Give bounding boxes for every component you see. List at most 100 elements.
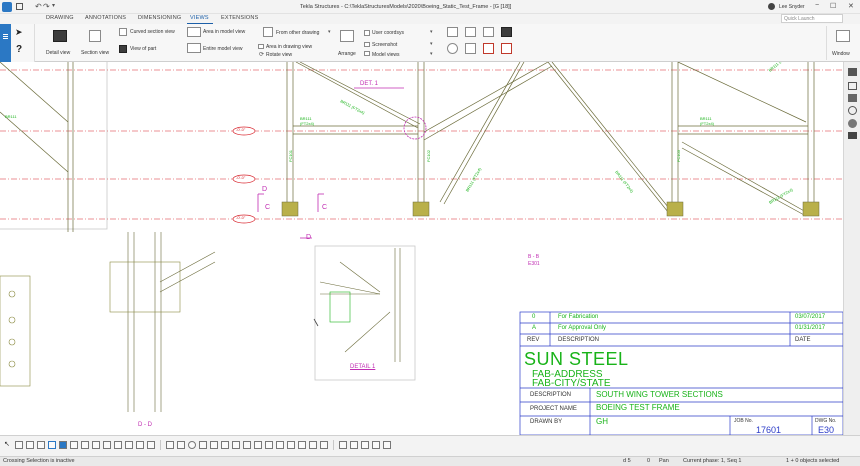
settings-icon[interactable] bbox=[848, 119, 857, 128]
snap-extension-icon[interactable] bbox=[265, 441, 273, 449]
user-avatar-icon[interactable] bbox=[768, 3, 775, 10]
tab-annotations[interactable]: ANNOTATIONS bbox=[85, 15, 126, 21]
snap-geometry-icon[interactable] bbox=[320, 441, 328, 449]
user-coordsys-icon[interactable] bbox=[364, 30, 370, 36]
model-views-dropdown-icon[interactable]: ▾ bbox=[430, 51, 433, 57]
section-view-icon[interactable] bbox=[89, 30, 101, 42]
snap-override-icon[interactable] bbox=[287, 441, 295, 449]
filter-icon[interactable] bbox=[339, 441, 347, 449]
measure-tool-icon[interactable] bbox=[465, 43, 476, 54]
save-icon[interactable] bbox=[16, 3, 23, 10]
window-button[interactable]: Window bbox=[832, 51, 850, 57]
arrange-button[interactable]: Arrange bbox=[338, 51, 356, 57]
from-other-drawing-button[interactable]: From other drawing bbox=[276, 30, 319, 36]
area-in-drawing-view-button[interactable]: Area in drawing view bbox=[266, 44, 312, 50]
maximize-button[interactable]: ☐ bbox=[830, 2, 836, 10]
tab-dimensioning[interactable]: DIMENSIONING bbox=[138, 15, 181, 21]
select-pointer-icon[interactable]: ➤ bbox=[15, 27, 23, 38]
text-tool-icon[interactable] bbox=[26, 441, 34, 449]
rotate-view-button[interactable]: Rotate view bbox=[266, 52, 292, 58]
hamburger-icon[interactable] bbox=[3, 34, 8, 35]
wave-tool-icon[interactable] bbox=[483, 27, 494, 37]
area-in-model-view-button[interactable]: Area in model view bbox=[203, 29, 245, 35]
grid-tool-icon[interactable] bbox=[465, 27, 476, 37]
symbol-tool-icon[interactable] bbox=[81, 441, 89, 449]
detail-view-icon[interactable] bbox=[53, 30, 67, 42]
globe-icon[interactable] bbox=[848, 106, 857, 115]
user-name[interactable]: Lee Snyder bbox=[779, 4, 805, 10]
tag-icon[interactable] bbox=[848, 132, 857, 139]
leader-tool-icon[interactable] bbox=[125, 441, 133, 449]
catalog-icon[interactable] bbox=[848, 94, 857, 102]
view-of-part-button[interactable]: View of part bbox=[130, 46, 156, 52]
view-of-part-icon[interactable] bbox=[119, 45, 127, 53]
fill-tool-icon[interactable] bbox=[59, 441, 67, 449]
close-button[interactable]: ✕ bbox=[848, 2, 854, 10]
arrange-icon[interactable] bbox=[340, 30, 354, 42]
user-coordsys-button[interactable]: User coordsys bbox=[372, 30, 404, 36]
snap-intersection-icon[interactable] bbox=[232, 441, 240, 449]
rectangle-tool-icon[interactable] bbox=[48, 441, 56, 449]
section-view-button[interactable]: Section view bbox=[81, 50, 109, 56]
weld-tool-icon[interactable] bbox=[136, 441, 144, 449]
select-views-icon[interactable] bbox=[383, 441, 391, 449]
quick-access-dropdown-icon[interactable]: ▾ bbox=[52, 2, 55, 9]
curved-section-view-icon[interactable] bbox=[119, 28, 127, 36]
window-icon[interactable] bbox=[836, 30, 850, 42]
screenshot-button[interactable]: Screenshot bbox=[372, 42, 397, 48]
screenshot-dropdown-icon[interactable]: ▾ bbox=[430, 41, 433, 47]
mark-tool-icon[interactable] bbox=[92, 441, 100, 449]
snap-end-icon[interactable] bbox=[199, 441, 207, 449]
select-parts-icon[interactable] bbox=[350, 441, 358, 449]
rotate-view-icon[interactable]: ⟳ bbox=[259, 51, 264, 58]
entire-model-view-button[interactable]: Entire model view bbox=[203, 46, 242, 52]
minimize-button[interactable]: − bbox=[815, 2, 819, 9]
snap-circle-icon[interactable] bbox=[188, 441, 196, 449]
select-marks-icon[interactable] bbox=[361, 441, 369, 449]
snap-free-icon[interactable] bbox=[276, 441, 284, 449]
dimension-tool-icon[interactable] bbox=[501, 27, 512, 37]
status-phase[interactable]: Current phase: 1, Seq 1 bbox=[683, 458, 741, 464]
step-tool-icon[interactable] bbox=[501, 43, 512, 54]
undo-icon[interactable]: ↶ bbox=[35, 2, 42, 11]
line-draw-icon[interactable] bbox=[15, 441, 23, 449]
detail-view-button[interactable]: Detail view bbox=[46, 50, 70, 56]
hatch-tool-icon[interactable] bbox=[70, 441, 78, 449]
area-in-model-view-icon[interactable] bbox=[187, 27, 201, 37]
tab-extensions[interactable]: EXTENSIONS bbox=[221, 15, 258, 21]
zoom-tool-icon[interactable] bbox=[447, 43, 458, 54]
drawing-canvas[interactable]: BR111 (FT2x4) FC101 FC102 FC103 BR111 (FT2… bbox=[0, 62, 843, 435]
entire-model-view-icon[interactable] bbox=[187, 43, 201, 53]
model-views-icon[interactable] bbox=[364, 51, 370, 56]
area-in-drawing-view-icon[interactable] bbox=[258, 44, 264, 49]
level-tool-icon[interactable] bbox=[147, 441, 155, 449]
tab-drawing[interactable]: DRAWING bbox=[46, 15, 74, 21]
snap-perpendicular-icon[interactable] bbox=[243, 441, 251, 449]
help-icon[interactable]: ? bbox=[16, 44, 22, 55]
screenshot-icon[interactable] bbox=[364, 42, 370, 47]
from-other-drawing-icon[interactable] bbox=[263, 27, 273, 37]
curved-section-view-button[interactable]: Curved section view bbox=[130, 29, 175, 35]
snap-any-icon[interactable] bbox=[309, 441, 317, 449]
quick-launch-input[interactable]: Quick Launch bbox=[781, 14, 843, 23]
polyline-tool-icon[interactable] bbox=[37, 441, 45, 449]
side-panel-toggle[interactable] bbox=[0, 24, 11, 62]
snap-nearest-icon[interactable] bbox=[254, 441, 262, 449]
snap-grid-icon[interactable] bbox=[166, 441, 174, 449]
layers-icon[interactable] bbox=[848, 82, 857, 90]
tab-views[interactable]: VIEWS bbox=[190, 15, 209, 21]
user-coordsys-dropdown-icon[interactable]: ▾ bbox=[430, 29, 433, 35]
properties-icon[interactable] bbox=[848, 68, 857, 76]
model-views-button[interactable]: Model views bbox=[372, 52, 400, 58]
snap-square-icon[interactable] bbox=[177, 441, 185, 449]
snap-point-icon[interactable] bbox=[221, 441, 229, 449]
cloud-tool-icon[interactable] bbox=[103, 441, 111, 449]
line-tool-icon[interactable] bbox=[447, 27, 458, 37]
shape-tool-icon[interactable] bbox=[483, 43, 494, 54]
from-other-drawing-dropdown-icon[interactable]: ▾ bbox=[328, 29, 331, 35]
redo-icon[interactable]: ↷ bbox=[43, 2, 50, 11]
select-dimensions-icon[interactable] bbox=[372, 441, 380, 449]
snap-line-icon[interactable] bbox=[298, 441, 306, 449]
snap-mid-icon[interactable] bbox=[210, 441, 218, 449]
arc-tool-icon[interactable] bbox=[114, 441, 122, 449]
